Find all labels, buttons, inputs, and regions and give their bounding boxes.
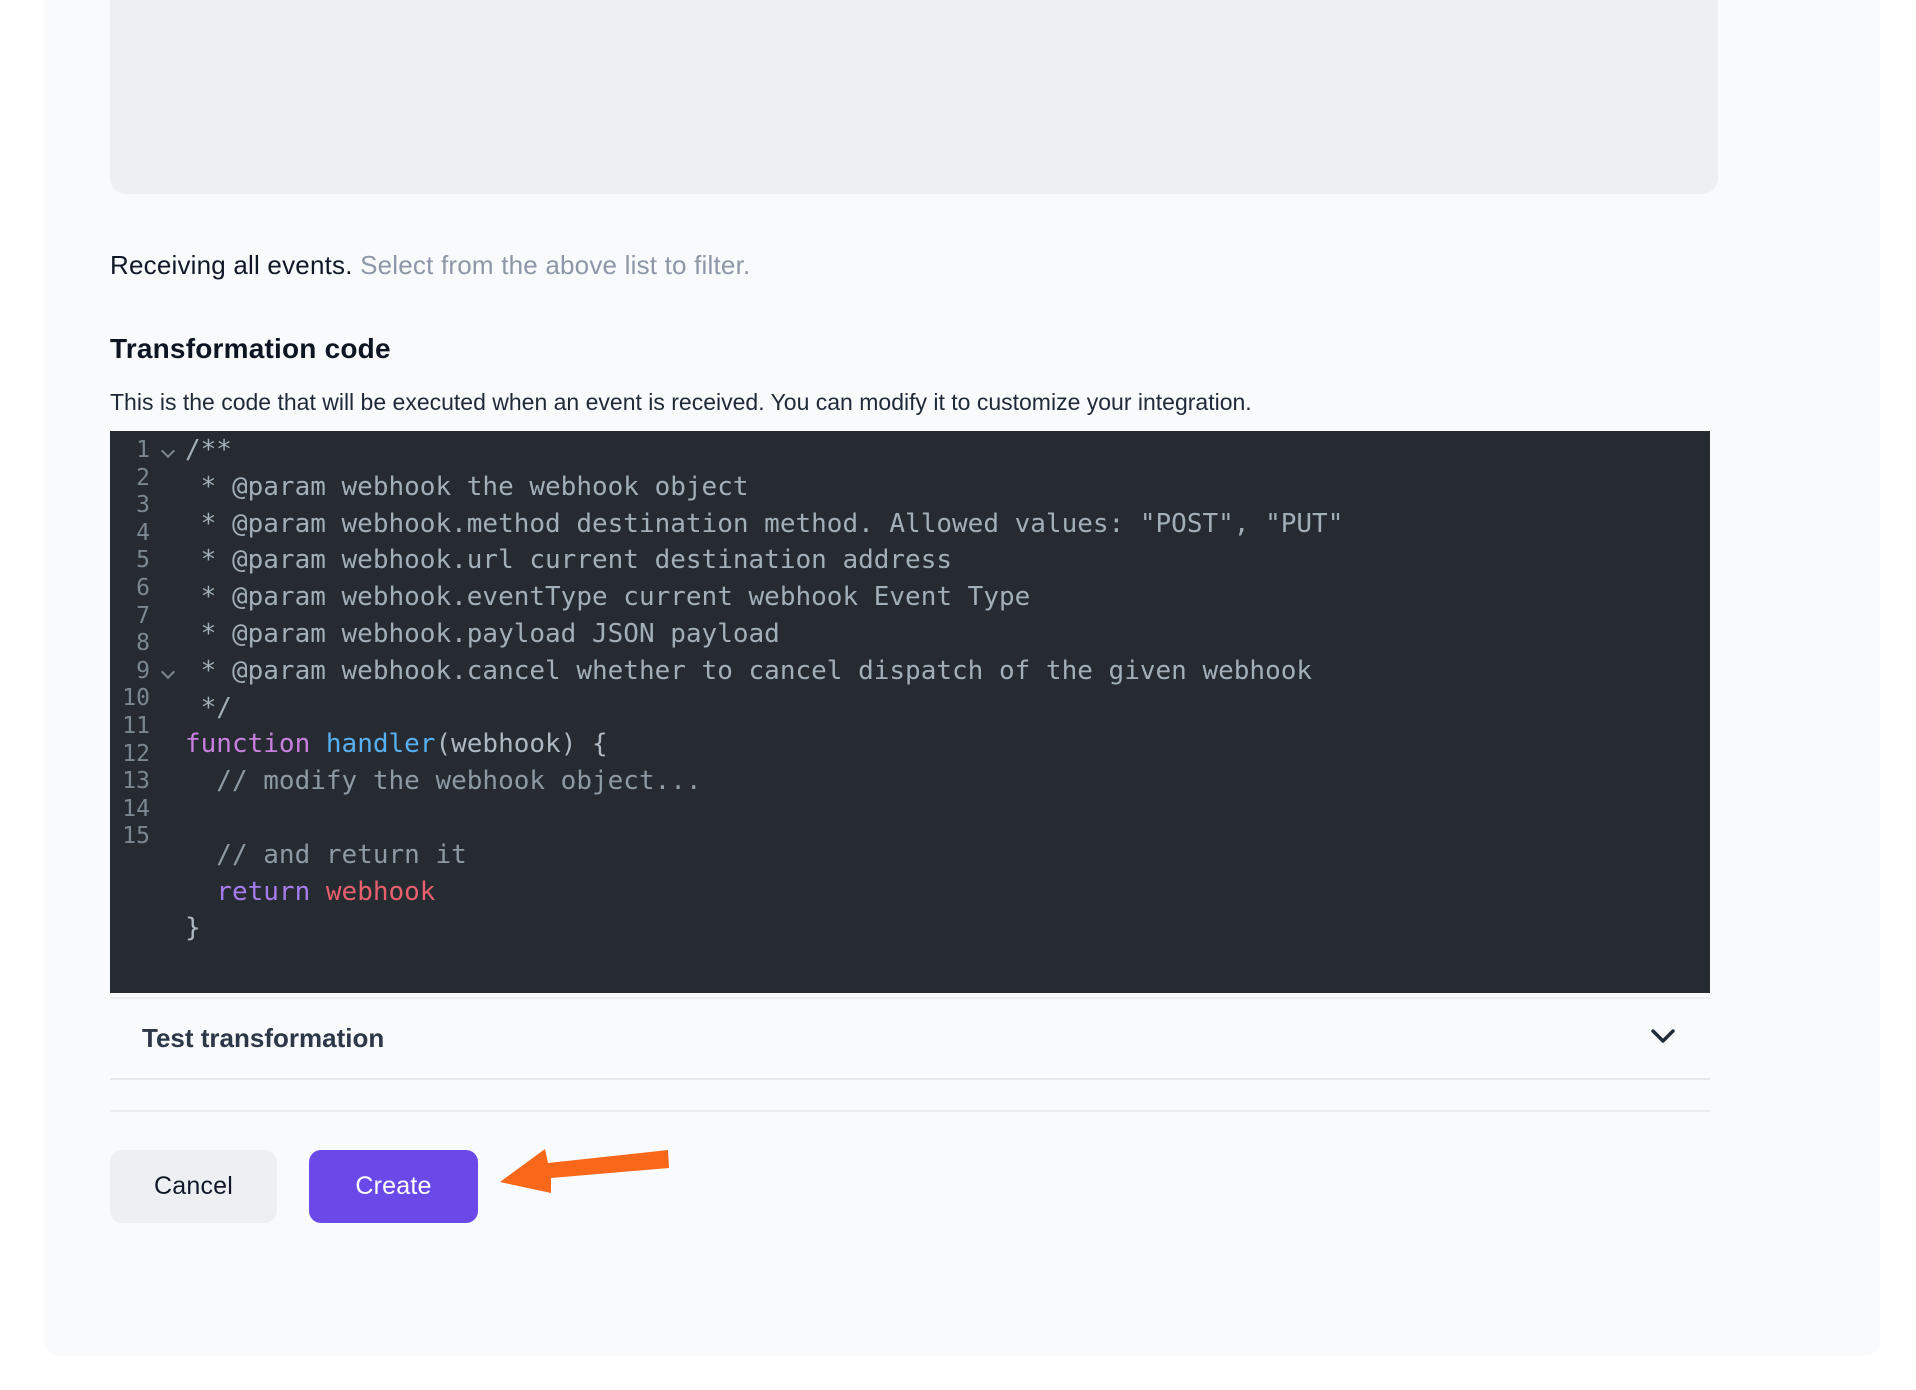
annotation-arrow-left-icon (488, 1142, 674, 1202)
fold-chevron-icon[interactable] (162, 446, 174, 458)
gutter-line-number: 15 (110, 823, 150, 851)
code-editor[interactable]: 123456789101112131415 /** * @param webho… (110, 431, 1710, 993)
code-line: // and return it (185, 837, 1710, 874)
code-line: */ (185, 690, 1710, 727)
gutter-line-number: 7 (110, 603, 150, 631)
code-line: * @param webhook.eventType current webho… (185, 579, 1710, 616)
event-filter-note: Receiving all events. Select from the ab… (110, 248, 750, 282)
gutter-line-number: 4 (110, 520, 150, 548)
editor-gutter: 123456789101112131415 (110, 437, 150, 851)
code-line: * @param webhook.method destination meth… (185, 506, 1710, 543)
chevron-down-icon[interactable] (1650, 1028, 1676, 1045)
filter-note-strong: Receiving all events. (110, 250, 353, 280)
arrow-shape (500, 1149, 669, 1193)
fold-chevron-icon[interactable] (162, 667, 174, 679)
gutter-line-number: 1 (110, 437, 150, 465)
code-line: return webhook (185, 874, 1710, 911)
gutter-line-number: 5 (110, 547, 150, 575)
gutter-line-number: 13 (110, 768, 150, 796)
gutter-line-number: 9 (110, 658, 150, 686)
gutter-line-number: 14 (110, 796, 150, 824)
webhook-editor-page: Receiving all events. Select from the ab… (0, 0, 1916, 1390)
filter-note-muted: Select from the above list to filter. (353, 250, 751, 280)
code-line: // modify the webhook object... (185, 763, 1710, 800)
test-transformation-label: Test transformation (142, 1023, 384, 1054)
gutter-line-number: 6 (110, 575, 150, 603)
code-line: * @param webhook the webhook object (185, 469, 1710, 506)
code-line (185, 800, 1710, 837)
gutter-line-number: 2 (110, 465, 150, 493)
code-line: * @param webhook.cancel whether to cance… (185, 653, 1710, 690)
code-line: * @param webhook.url current destination… (185, 542, 1710, 579)
create-button[interactable]: Create (309, 1150, 478, 1223)
event-filter-panel[interactable] (110, 0, 1718, 194)
webhook-form-card: Receiving all events. Select from the ab… (44, 0, 1880, 1356)
transformation-code-description: This is the code that will be executed w… (110, 389, 1252, 416)
editor-code[interactable]: /** * @param webhook the webhook object … (185, 432, 1710, 947)
code-line: * @param webhook.payload JSON payload (185, 616, 1710, 653)
gutter-line-number: 10 (110, 685, 150, 713)
transformation-code-title: Transformation code (110, 333, 391, 365)
gutter-line-number: 11 (110, 713, 150, 741)
code-line: } (185, 910, 1710, 947)
gutter-line-number: 3 (110, 492, 150, 520)
test-transformation-section[interactable]: Test transformation (110, 997, 1710, 1080)
code-line: /** (185, 432, 1710, 469)
code-line: function handler(webhook) { (185, 726, 1710, 763)
gutter-line-number: 8 (110, 630, 150, 658)
section-divider (110, 1110, 1710, 1112)
gutter-line-number: 12 (110, 741, 150, 769)
cancel-button[interactable]: Cancel (110, 1150, 277, 1223)
